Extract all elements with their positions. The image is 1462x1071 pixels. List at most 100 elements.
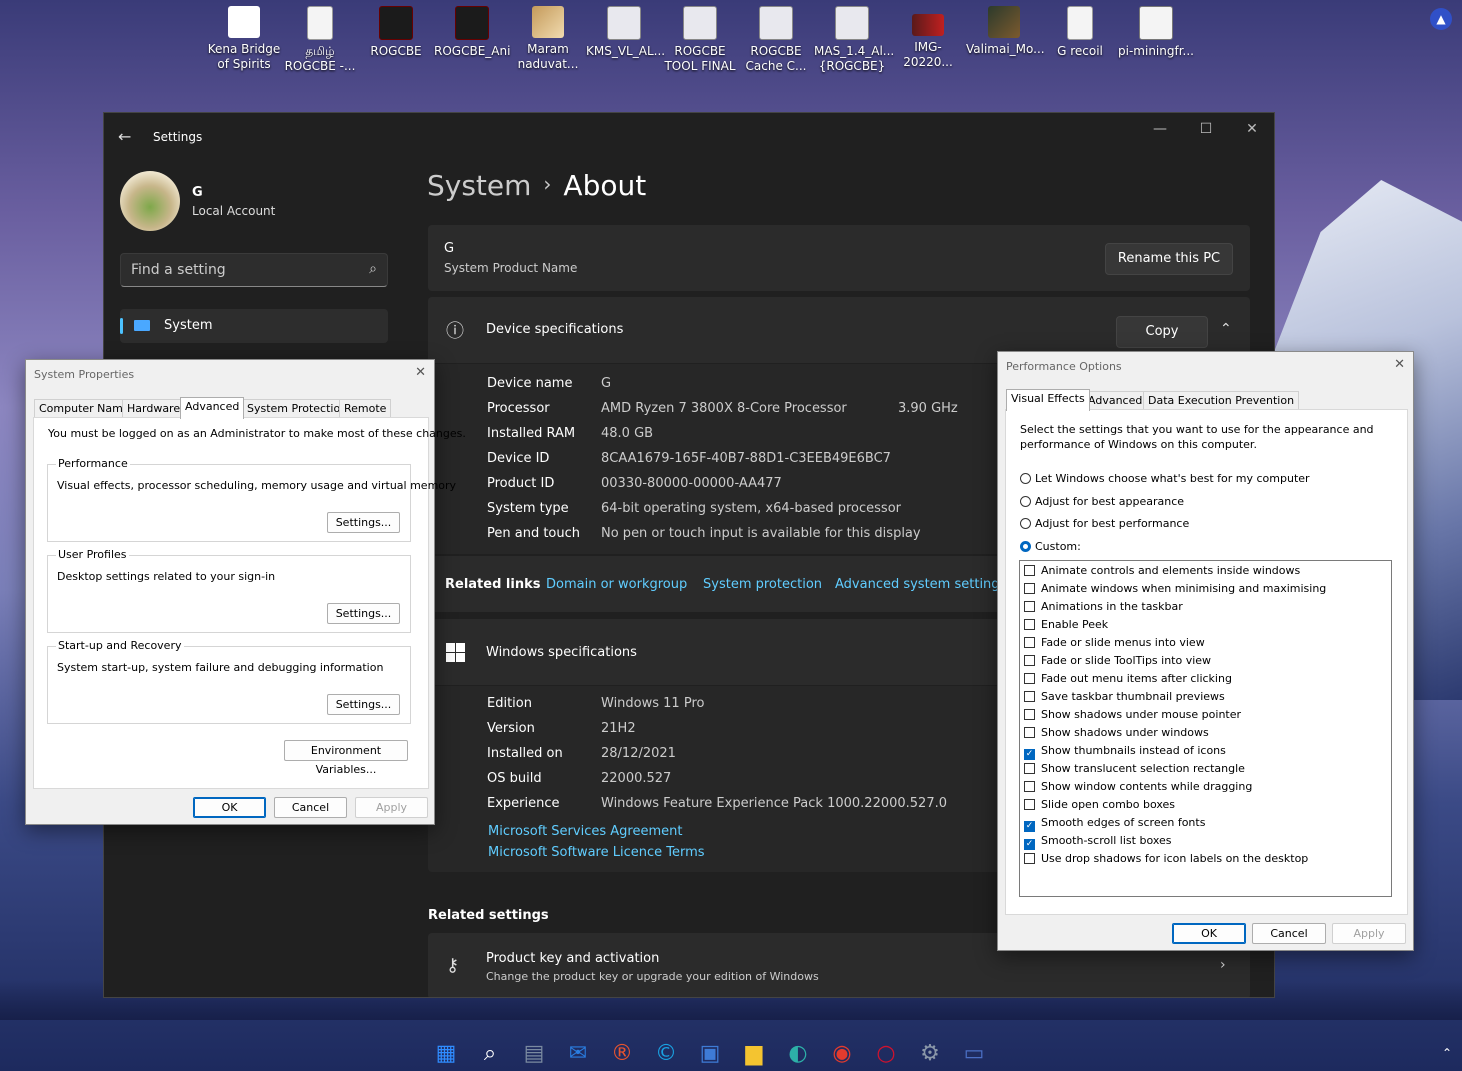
checkbox-option[interactable]: ✓ Show thumbnails instead of icons [1024, 744, 1226, 760]
desktop-icon[interactable]: IMG-20220... [890, 6, 966, 70]
radio-option[interactable]: Adjust for best performance [1020, 517, 1189, 530]
checkbox-option[interactable]: Save taskbar thumbnail previews [1024, 690, 1225, 703]
tab-remote[interactable]: Remote [339, 399, 392, 417]
desktop-icon[interactable]: MAS_1.4_Al... {ROGCBE} [814, 6, 894, 74]
ok-button[interactable]: OK [1172, 923, 1246, 944]
desktop-icon[interactable]: ROGCBE [358, 6, 434, 59]
radio-option[interactable]: Adjust for best appearance [1020, 495, 1184, 508]
checkbox-option[interactable]: Fade out menu items after clicking [1024, 672, 1232, 685]
checkbox-option[interactable]: Enable Peek [1024, 618, 1108, 631]
store-icon[interactable]: ▣ [698, 1042, 722, 1066]
licence-terms-link[interactable]: Microsoft Software Licence Terms [488, 845, 705, 860]
apply-button[interactable]: Apply [355, 797, 428, 818]
breadcrumb-parent[interactable]: System [427, 169, 531, 202]
search-icon[interactable]: ⌕ [478, 1042, 502, 1066]
gear-script-icon [607, 6, 641, 40]
rename-pc-button[interactable]: Rename this PC [1105, 243, 1233, 275]
back-arrow-icon[interactable]: ← [118, 127, 131, 146]
info-icon: ⓘ [446, 321, 464, 342]
desktop-icon[interactable]: ROGCBE Cache C... [738, 6, 814, 74]
tab-advanced[interactable]: Advanced [1083, 391, 1148, 409]
app-r-icon[interactable]: ® [610, 1042, 634, 1066]
tab-system-protection[interactable]: System Protection [242, 399, 353, 417]
checkbox-option[interactable]: Animate windows when minimising and maxi… [1024, 582, 1326, 595]
ccleaner-icon[interactable]: © [654, 1042, 678, 1066]
checkbox-option[interactable]: Fade or slide menus into view [1024, 636, 1205, 649]
desktop-icon[interactable]: ROGCBE TOOL FINAL [662, 6, 738, 74]
checkbox-option[interactable]: Use drop shadows for icon labels on the … [1024, 852, 1308, 865]
settings-button[interactable]: Settings... [327, 603, 400, 624]
desktop-icon[interactable]: Kena Bridge of Spirits [206, 6, 282, 72]
search-icon[interactable]: ⌕ [369, 261, 377, 277]
environment-variables-button[interactable]: Environment Variables... [284, 740, 408, 776]
radio-option[interactable]: Custom: [1020, 540, 1081, 553]
tab-hardware[interactable]: Hardware [122, 399, 186, 417]
desktop-icon[interactable]: Valimai_Mo... [966, 6, 1045, 57]
settings-button[interactable]: Settings... [327, 512, 400, 533]
rocket-icon[interactable]: ▲ [1430, 8, 1452, 30]
checkbox-option[interactable]: Show translucent selection rectangle [1024, 762, 1245, 775]
close-icon[interactable]: ✕ [415, 365, 426, 380]
mail-icon[interactable]: ✉ [566, 1042, 590, 1066]
remote-desktop-icon[interactable]: ▭ [962, 1042, 986, 1066]
close-icon[interactable]: ✕ [1394, 357, 1405, 372]
spec-extra: 3.90 GHz [898, 401, 958, 416]
settings-button[interactable]: Settings... [327, 694, 400, 715]
tab-computer-name[interactable]: Computer Name [34, 399, 135, 417]
desktop-icon[interactable]: தமிழ் ROGCBE -... [282, 6, 358, 74]
ok-button[interactable]: OK [193, 797, 266, 818]
checkbox-option[interactable]: Animate controls and elements inside win… [1024, 564, 1300, 577]
checkbox-icon [1024, 727, 1035, 738]
tab-advanced[interactable]: Advanced [180, 397, 245, 419]
tab-data-execution-prevention[interactable]: Data Execution Prevention [1143, 391, 1300, 409]
desktop-icon[interactable]: pi-miningfr... [1118, 6, 1194, 59]
maximize-icon[interactable]: ☐ [1186, 121, 1226, 137]
edge-icon[interactable]: ◐ [786, 1042, 810, 1066]
checkbox-option[interactable]: ✓ Smooth-scroll list boxes [1024, 834, 1172, 850]
close-icon[interactable]: ✕ [1232, 121, 1272, 137]
checkbox-option[interactable]: Show shadows under mouse pointer [1024, 708, 1241, 721]
page-title: About [563, 169, 647, 202]
checkbox-option[interactable]: Fade or slide ToolTips into view [1024, 654, 1211, 667]
cancel-button[interactable]: Cancel [274, 797, 347, 818]
checkbox-option[interactable]: Slide open combo boxes [1024, 798, 1175, 811]
file-explorer-icon[interactable]: ▆ [742, 1042, 766, 1066]
search-input[interactable]: Find a setting ⌕ [120, 253, 388, 287]
desktop-icon[interactable]: KMS_VL_AL... [586, 6, 665, 59]
desktop-icon[interactable]: Maram naduvat... [510, 6, 586, 72]
settings-icon[interactable]: ⚙ [918, 1042, 942, 1066]
desktop-icon[interactable]: ROGCBE_Ani [434, 6, 510, 59]
chevron-up-icon[interactable]: ⌃ [1220, 321, 1232, 337]
search-placeholder: Find a setting [131, 262, 226, 278]
desktop-icon[interactable]: G recoil [1042, 6, 1118, 59]
advanced-system-settings-link[interactable]: Advanced system settings [835, 577, 1006, 592]
services-agreement-link[interactable]: Microsoft Services Agreement [488, 824, 682, 839]
sidebar-item-system[interactable]: System [120, 309, 388, 343]
calculator-icon[interactable]: ▤ [522, 1042, 546, 1066]
avatar[interactable] [120, 171, 180, 231]
checkbox-option[interactable]: ✓ Smooth edges of screen fonts [1024, 816, 1205, 832]
cancel-button[interactable]: Cancel [1252, 923, 1326, 944]
monitor-icon [134, 320, 150, 331]
domain-workgroup-link[interactable]: Domain or workgroup [546, 577, 687, 592]
radio-option[interactable]: Let Windows choose what's best for my co… [1020, 472, 1310, 485]
spec-value: 00330-80000-00000-AA477 [601, 476, 782, 491]
checkbox-icon [1024, 565, 1035, 576]
copy-button[interactable]: Copy [1116, 316, 1208, 348]
checkbox-option[interactable]: Show shadows under windows [1024, 726, 1209, 739]
chevron-up-icon[interactable]: ⌃ [1442, 1046, 1452, 1060]
checkbox-option[interactable]: Animations in the taskbar [1024, 600, 1183, 613]
tab-visual-effects[interactable]: Visual Effects [1006, 389, 1090, 411]
apply-button[interactable]: Apply [1332, 923, 1406, 944]
image-file-icon [912, 14, 944, 36]
chrome-icon[interactable]: ◉ [830, 1042, 854, 1066]
system-protection-link[interactable]: System protection [703, 577, 822, 592]
minimize-icon[interactable]: — [1140, 121, 1180, 137]
start-icon[interactable]: ▦ [434, 1042, 458, 1066]
product-key-title: Product key and activation [486, 951, 660, 966]
opera-icon[interactable]: ○ [874, 1042, 898, 1066]
checkbox-option[interactable]: Show window contents while dragging [1024, 780, 1252, 793]
intro-text: Select the settings that you want to use… [1020, 423, 1374, 451]
movie-file-icon [988, 6, 1020, 38]
visual-effects-list[interactable]: Animate controls and elements inside win… [1019, 560, 1392, 897]
